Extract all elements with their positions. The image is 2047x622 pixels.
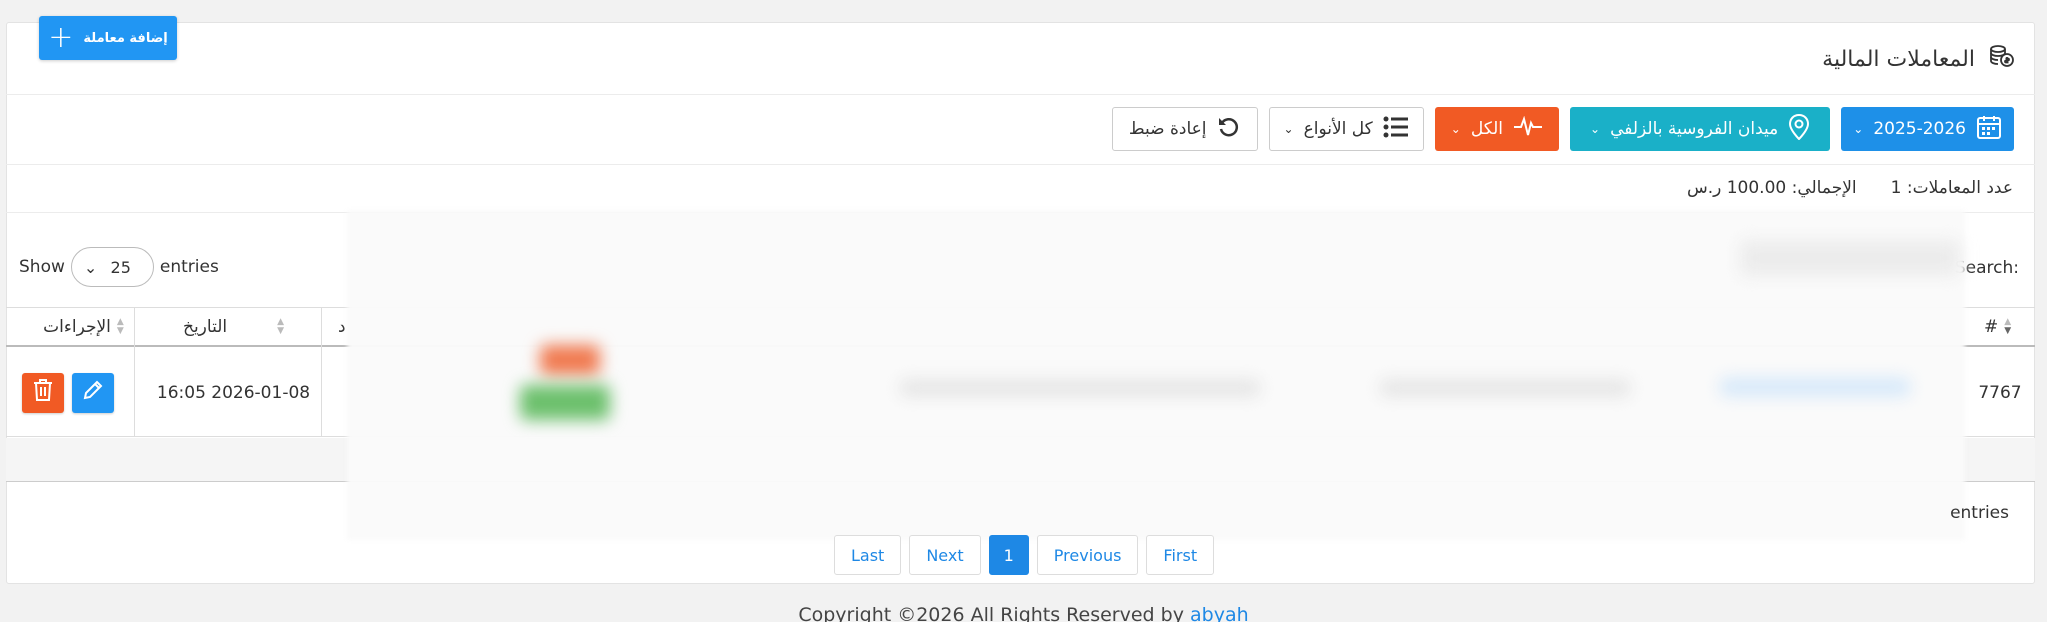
copyright: Copyright ©2026 All Rights Reserved by a… bbox=[0, 604, 2047, 622]
blurred-badge bbox=[540, 345, 600, 375]
sort-icon: ▲ ▼ bbox=[277, 316, 285, 336]
transaction-total: الإجمالي: 100.00 ر.س bbox=[1686, 178, 1857, 198]
trash-icon bbox=[32, 378, 54, 407]
id-header[interactable]: # ▲ ▼ bbox=[1984, 308, 2024, 345]
row-id: 7767 bbox=[1978, 382, 2022, 403]
blurred-badge bbox=[520, 385, 610, 420]
reset-icon bbox=[1217, 115, 1241, 144]
types-filter-button[interactable]: كل الأنواع ⌄ bbox=[1268, 107, 1424, 151]
entries-info-label: entries bbox=[1950, 503, 2009, 523]
row-date: 16:05 2026-01-08 bbox=[156, 382, 311, 403]
chevron-down-icon: ⌄ bbox=[1853, 122, 1864, 136]
map-pin-icon bbox=[1788, 113, 1810, 145]
actions-header-label: الإجراءات bbox=[43, 316, 111, 337]
plus-icon: + bbox=[48, 20, 74, 55]
reset-label: إعادة ضبط bbox=[1128, 119, 1207, 139]
chevron-down-icon: ⌄ bbox=[83, 257, 98, 277]
page-size-control: Show ⌄ 25 entries bbox=[19, 247, 219, 287]
pencil-icon bbox=[82, 379, 104, 406]
copyright-text: Copyright ©2026 All Rights Reserved by bbox=[798, 604, 1190, 622]
transaction-count: عدد المعاملات: 1 bbox=[1890, 178, 2013, 198]
types-filter-label: كل الأنواع bbox=[1303, 119, 1373, 139]
add-transaction-label: إضافة معاملة bbox=[83, 30, 168, 46]
page-size-select[interactable]: ⌄ 25 bbox=[70, 247, 154, 287]
page-title: المعاملات المالية bbox=[1822, 46, 1975, 72]
location-filter-label: ميدان الفروسية بالزلفي bbox=[1610, 119, 1779, 139]
blurred-content-overlay bbox=[347, 210, 1965, 540]
sort-icon: ▲ ▼ bbox=[2004, 316, 2012, 336]
partial-header-label: د bbox=[338, 316, 346, 337]
status-filter-label: الكل bbox=[1470, 119, 1504, 139]
previous-page-button[interactable]: Previous bbox=[1036, 535, 1139, 575]
page-title-group: المعاملات المالية bbox=[1822, 44, 2015, 74]
blurred-text bbox=[1720, 378, 1910, 396]
reset-button[interactable]: إعادة ضبط bbox=[1111, 107, 1258, 151]
brand-link[interactable]: abyah bbox=[1190, 604, 1249, 622]
date-header[interactable]: التاريخ ▲ ▼ bbox=[141, 308, 326, 345]
edit-button[interactable] bbox=[72, 372, 114, 413]
location-filter-button[interactable]: ميدان الفروسية بالزلفي ⌄ bbox=[1570, 107, 1831, 151]
entries-label: entries bbox=[159, 257, 219, 277]
chevron-down-icon: ⌄ bbox=[1450, 122, 1461, 136]
blurred-text bbox=[1380, 380, 1630, 396]
id-header-label: # bbox=[1984, 316, 1999, 337]
page-1-button[interactable]: 1 bbox=[988, 535, 1029, 575]
sort-icon: ▲ ▼ bbox=[116, 316, 124, 336]
last-page-button[interactable]: Last bbox=[834, 535, 902, 575]
show-label: Show bbox=[19, 257, 65, 277]
summary-bar: عدد المعاملات: 1 الإجمالي: 100.00 ر.س bbox=[1687, 178, 2013, 198]
divider bbox=[6, 164, 2035, 165]
blurred-search-input bbox=[1740, 240, 1960, 276]
add-transaction-button[interactable]: + إضافة معاملة bbox=[39, 16, 177, 60]
next-page-button[interactable]: Next bbox=[909, 535, 981, 575]
filter-bar: 2025-2026 ⌄ ميدان الفروسية بالزلفي ⌄ الك… bbox=[1111, 107, 2014, 151]
status-filter-button[interactable]: الكل ⌄ bbox=[1434, 107, 1560, 151]
activity-icon bbox=[1513, 115, 1543, 143]
year-filter-button[interactable]: 2025-2026 ⌄ bbox=[1841, 107, 2014, 151]
list-icon bbox=[1383, 115, 1409, 144]
calendar-icon bbox=[1976, 114, 2002, 145]
pagination: Last Next 1 Previous First bbox=[834, 535, 1215, 575]
actions-header[interactable]: الإجراءات ▲ ▼ bbox=[36, 308, 131, 345]
coins-icon bbox=[1989, 43, 2015, 75]
delete-button[interactable] bbox=[22, 372, 64, 413]
divider bbox=[6, 94, 2035, 95]
date-header-label: التاريخ bbox=[182, 316, 228, 337]
page-size-value: 25 bbox=[110, 257, 131, 277]
row-actions bbox=[22, 349, 114, 436]
blurred-text bbox=[900, 380, 1260, 396]
first-page-button[interactable]: First bbox=[1146, 535, 1215, 575]
chevron-down-icon: ⌄ bbox=[1283, 122, 1294, 136]
chevron-down-icon: ⌄ bbox=[1590, 122, 1601, 136]
year-filter-label: 2025-2026 bbox=[1873, 119, 1966, 139]
